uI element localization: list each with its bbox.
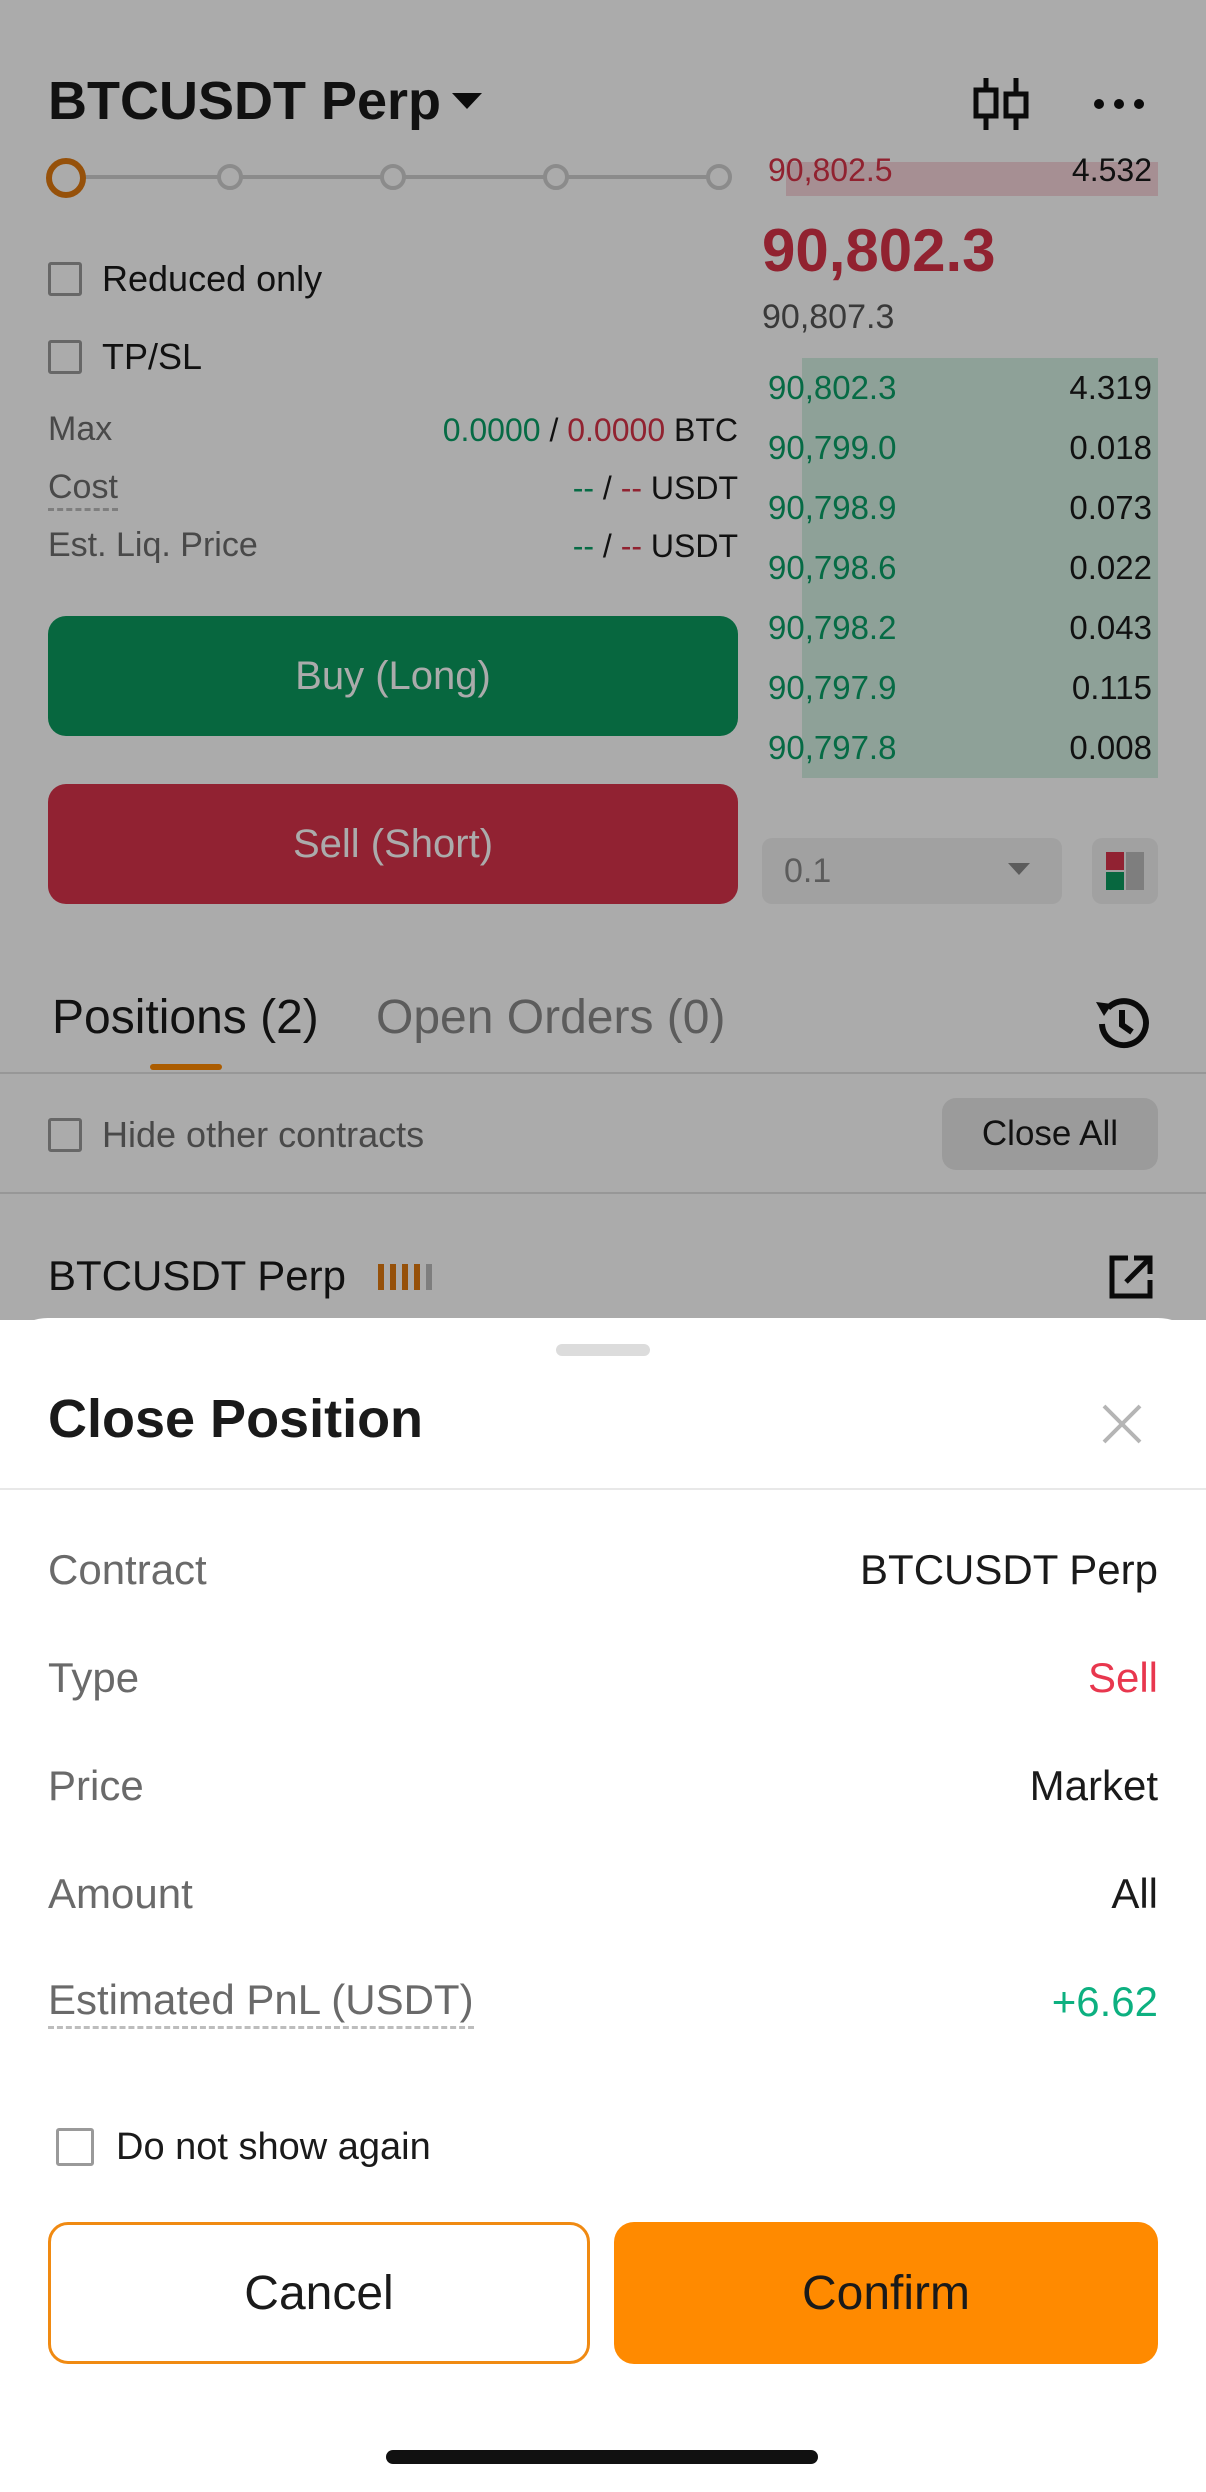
estimated-pnl-label[interactable]: Estimated PnL (USDT) (48, 1976, 474, 2029)
do-not-show-checkbox[interactable] (56, 2128, 94, 2166)
confirm-button[interactable]: Confirm (614, 2222, 1158, 2364)
row-price: Price Market (48, 1762, 1158, 1809)
do-not-show-label[interactable]: Do not show again (116, 2126, 431, 2169)
row-amount: Amount All (48, 1870, 1158, 1917)
row-estimated-pnl: Estimated PnL (USDT) +6.62 (48, 1962, 1158, 2042)
row-contract: Contract BTCUSDT Perp (48, 1546, 1158, 1593)
drag-handle[interactable] (556, 1344, 650, 1356)
divider (0, 1488, 1206, 1490)
cancel-button[interactable]: Cancel (48, 2222, 590, 2364)
home-indicator (386, 2450, 818, 2464)
modal-overlay[interactable] (0, 0, 1206, 1320)
close-icon[interactable] (1098, 1400, 1146, 1448)
sheet-title: Close Position (48, 1389, 424, 1449)
row-type: Type Sell (48, 1654, 1158, 1701)
